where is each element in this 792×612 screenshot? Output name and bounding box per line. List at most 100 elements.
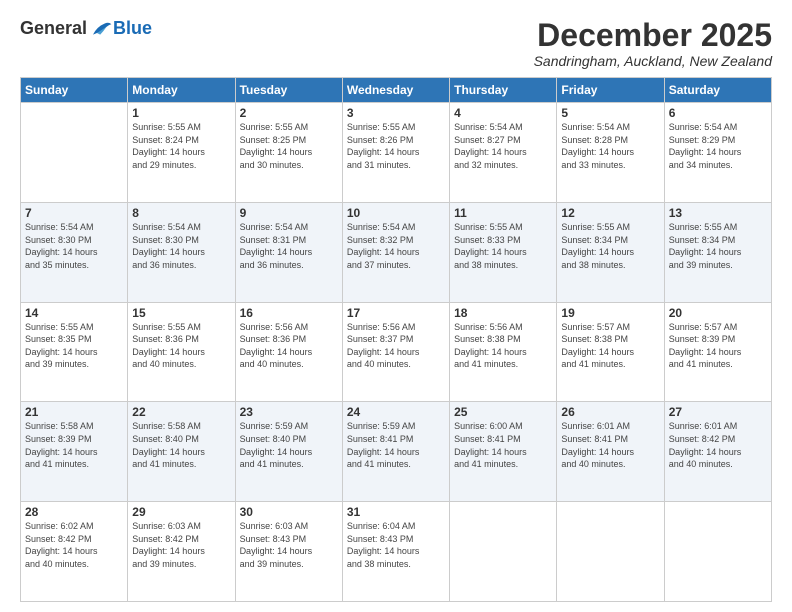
day-number: 23: [240, 405, 338, 419]
day-number: 6: [669, 106, 767, 120]
day-info: Sunrise: 5:55 AM Sunset: 8:35 PM Dayligh…: [25, 321, 123, 371]
day-info: Sunrise: 5:55 AM Sunset: 8:33 PM Dayligh…: [454, 221, 552, 271]
day-info: Sunrise: 5:59 AM Sunset: 8:41 PM Dayligh…: [347, 420, 445, 470]
day-number: 15: [132, 306, 230, 320]
day-number: 30: [240, 505, 338, 519]
col-monday: Monday: [128, 78, 235, 103]
table-row: 17Sunrise: 5:56 AM Sunset: 8:37 PM Dayli…: [342, 302, 449, 402]
day-info: Sunrise: 5:55 AM Sunset: 8:34 PM Dayligh…: [561, 221, 659, 271]
calendar-week-3: 14Sunrise: 5:55 AM Sunset: 8:35 PM Dayli…: [21, 302, 772, 402]
table-row: 24Sunrise: 5:59 AM Sunset: 8:41 PM Dayli…: [342, 402, 449, 502]
table-row: 6Sunrise: 5:54 AM Sunset: 8:29 PM Daylig…: [664, 103, 771, 203]
table-row: 28Sunrise: 6:02 AM Sunset: 8:42 PM Dayli…: [21, 502, 128, 602]
table-row: 1Sunrise: 5:55 AM Sunset: 8:24 PM Daylig…: [128, 103, 235, 203]
day-info: Sunrise: 6:00 AM Sunset: 8:41 PM Dayligh…: [454, 420, 552, 470]
table-row: [450, 502, 557, 602]
table-row: 3Sunrise: 5:55 AM Sunset: 8:26 PM Daylig…: [342, 103, 449, 203]
day-info: Sunrise: 5:56 AM Sunset: 8:36 PM Dayligh…: [240, 321, 338, 371]
logo-bird-icon: [89, 19, 113, 39]
table-row: 25Sunrise: 6:00 AM Sunset: 8:41 PM Dayli…: [450, 402, 557, 502]
table-row: [21, 103, 128, 203]
col-tuesday: Tuesday: [235, 78, 342, 103]
table-row: 4Sunrise: 5:54 AM Sunset: 8:27 PM Daylig…: [450, 103, 557, 203]
table-row: 30Sunrise: 6:03 AM Sunset: 8:43 PM Dayli…: [235, 502, 342, 602]
table-row: 22Sunrise: 5:58 AM Sunset: 8:40 PM Dayli…: [128, 402, 235, 502]
day-info: Sunrise: 5:55 AM Sunset: 8:24 PM Dayligh…: [132, 121, 230, 171]
table-row: 13Sunrise: 5:55 AM Sunset: 8:34 PM Dayli…: [664, 202, 771, 302]
table-row: 20Sunrise: 5:57 AM Sunset: 8:39 PM Dayli…: [664, 302, 771, 402]
day-info: Sunrise: 5:54 AM Sunset: 8:27 PM Dayligh…: [454, 121, 552, 171]
day-number: 31: [347, 505, 445, 519]
day-info: Sunrise: 5:55 AM Sunset: 8:26 PM Dayligh…: [347, 121, 445, 171]
day-info: Sunrise: 5:54 AM Sunset: 8:31 PM Dayligh…: [240, 221, 338, 271]
calendar-week-1: 1Sunrise: 5:55 AM Sunset: 8:24 PM Daylig…: [21, 103, 772, 203]
col-wednesday: Wednesday: [342, 78, 449, 103]
day-info: Sunrise: 5:58 AM Sunset: 8:40 PM Dayligh…: [132, 420, 230, 470]
day-number: 18: [454, 306, 552, 320]
table-row: 14Sunrise: 5:55 AM Sunset: 8:35 PM Dayli…: [21, 302, 128, 402]
calendar-table: Sunday Monday Tuesday Wednesday Thursday…: [20, 77, 772, 602]
day-info: Sunrise: 5:54 AM Sunset: 8:28 PM Dayligh…: [561, 121, 659, 171]
day-number: 5: [561, 106, 659, 120]
day-info: Sunrise: 5:58 AM Sunset: 8:39 PM Dayligh…: [25, 420, 123, 470]
day-info: Sunrise: 5:57 AM Sunset: 8:39 PM Dayligh…: [669, 321, 767, 371]
day-info: Sunrise: 6:02 AM Sunset: 8:42 PM Dayligh…: [25, 520, 123, 570]
day-number: 27: [669, 405, 767, 419]
page: General Blue December 2025 Sandringham, …: [0, 0, 792, 612]
table-row: 11Sunrise: 5:55 AM Sunset: 8:33 PM Dayli…: [450, 202, 557, 302]
day-number: 9: [240, 206, 338, 220]
day-number: 20: [669, 306, 767, 320]
day-number: 26: [561, 405, 659, 419]
calendar-week-5: 28Sunrise: 6:02 AM Sunset: 8:42 PM Dayli…: [21, 502, 772, 602]
table-row: [664, 502, 771, 602]
day-info: Sunrise: 5:54 AM Sunset: 8:32 PM Dayligh…: [347, 221, 445, 271]
day-number: 14: [25, 306, 123, 320]
table-row: [557, 502, 664, 602]
table-row: 10Sunrise: 5:54 AM Sunset: 8:32 PM Dayli…: [342, 202, 449, 302]
day-info: Sunrise: 5:55 AM Sunset: 8:34 PM Dayligh…: [669, 221, 767, 271]
day-number: 4: [454, 106, 552, 120]
day-info: Sunrise: 5:56 AM Sunset: 8:37 PM Dayligh…: [347, 321, 445, 371]
table-row: 21Sunrise: 5:58 AM Sunset: 8:39 PM Dayli…: [21, 402, 128, 502]
col-thursday: Thursday: [450, 78, 557, 103]
table-row: 31Sunrise: 6:04 AM Sunset: 8:43 PM Dayli…: [342, 502, 449, 602]
day-info: Sunrise: 6:04 AM Sunset: 8:43 PM Dayligh…: [347, 520, 445, 570]
day-number: 7: [25, 206, 123, 220]
day-info: Sunrise: 6:01 AM Sunset: 8:41 PM Dayligh…: [561, 420, 659, 470]
day-number: 13: [669, 206, 767, 220]
day-number: 11: [454, 206, 552, 220]
title-block: December 2025 Sandringham, Auckland, New…: [534, 18, 772, 69]
day-info: Sunrise: 6:03 AM Sunset: 8:43 PM Dayligh…: [240, 520, 338, 570]
table-row: 16Sunrise: 5:56 AM Sunset: 8:36 PM Dayli…: [235, 302, 342, 402]
day-info: Sunrise: 5:59 AM Sunset: 8:40 PM Dayligh…: [240, 420, 338, 470]
location: Sandringham, Auckland, New Zealand: [534, 53, 772, 69]
day-number: 16: [240, 306, 338, 320]
day-number: 3: [347, 106, 445, 120]
day-info: Sunrise: 5:57 AM Sunset: 8:38 PM Dayligh…: [561, 321, 659, 371]
day-number: 24: [347, 405, 445, 419]
day-number: 21: [25, 405, 123, 419]
day-info: Sunrise: 5:56 AM Sunset: 8:38 PM Dayligh…: [454, 321, 552, 371]
table-row: 5Sunrise: 5:54 AM Sunset: 8:28 PM Daylig…: [557, 103, 664, 203]
calendar-week-4: 21Sunrise: 5:58 AM Sunset: 8:39 PM Dayli…: [21, 402, 772, 502]
day-info: Sunrise: 5:54 AM Sunset: 8:30 PM Dayligh…: [132, 221, 230, 271]
table-row: 23Sunrise: 5:59 AM Sunset: 8:40 PM Dayli…: [235, 402, 342, 502]
table-row: 15Sunrise: 5:55 AM Sunset: 8:36 PM Dayli…: [128, 302, 235, 402]
logo: General Blue: [20, 18, 152, 39]
table-row: 18Sunrise: 5:56 AM Sunset: 8:38 PM Dayli…: [450, 302, 557, 402]
day-number: 10: [347, 206, 445, 220]
table-row: 9Sunrise: 5:54 AM Sunset: 8:31 PM Daylig…: [235, 202, 342, 302]
header: General Blue December 2025 Sandringham, …: [20, 18, 772, 69]
table-row: 27Sunrise: 6:01 AM Sunset: 8:42 PM Dayli…: [664, 402, 771, 502]
table-row: 8Sunrise: 5:54 AM Sunset: 8:30 PM Daylig…: [128, 202, 235, 302]
day-number: 22: [132, 405, 230, 419]
day-number: 28: [25, 505, 123, 519]
day-number: 25: [454, 405, 552, 419]
day-info: Sunrise: 5:54 AM Sunset: 8:29 PM Dayligh…: [669, 121, 767, 171]
logo-general: General: [20, 18, 87, 39]
logo-text: General Blue: [20, 18, 152, 39]
day-info: Sunrise: 5:55 AM Sunset: 8:36 PM Dayligh…: [132, 321, 230, 371]
day-info: Sunrise: 5:54 AM Sunset: 8:30 PM Dayligh…: [25, 221, 123, 271]
calendar-header-row: Sunday Monday Tuesday Wednesday Thursday…: [21, 78, 772, 103]
day-number: 29: [132, 505, 230, 519]
